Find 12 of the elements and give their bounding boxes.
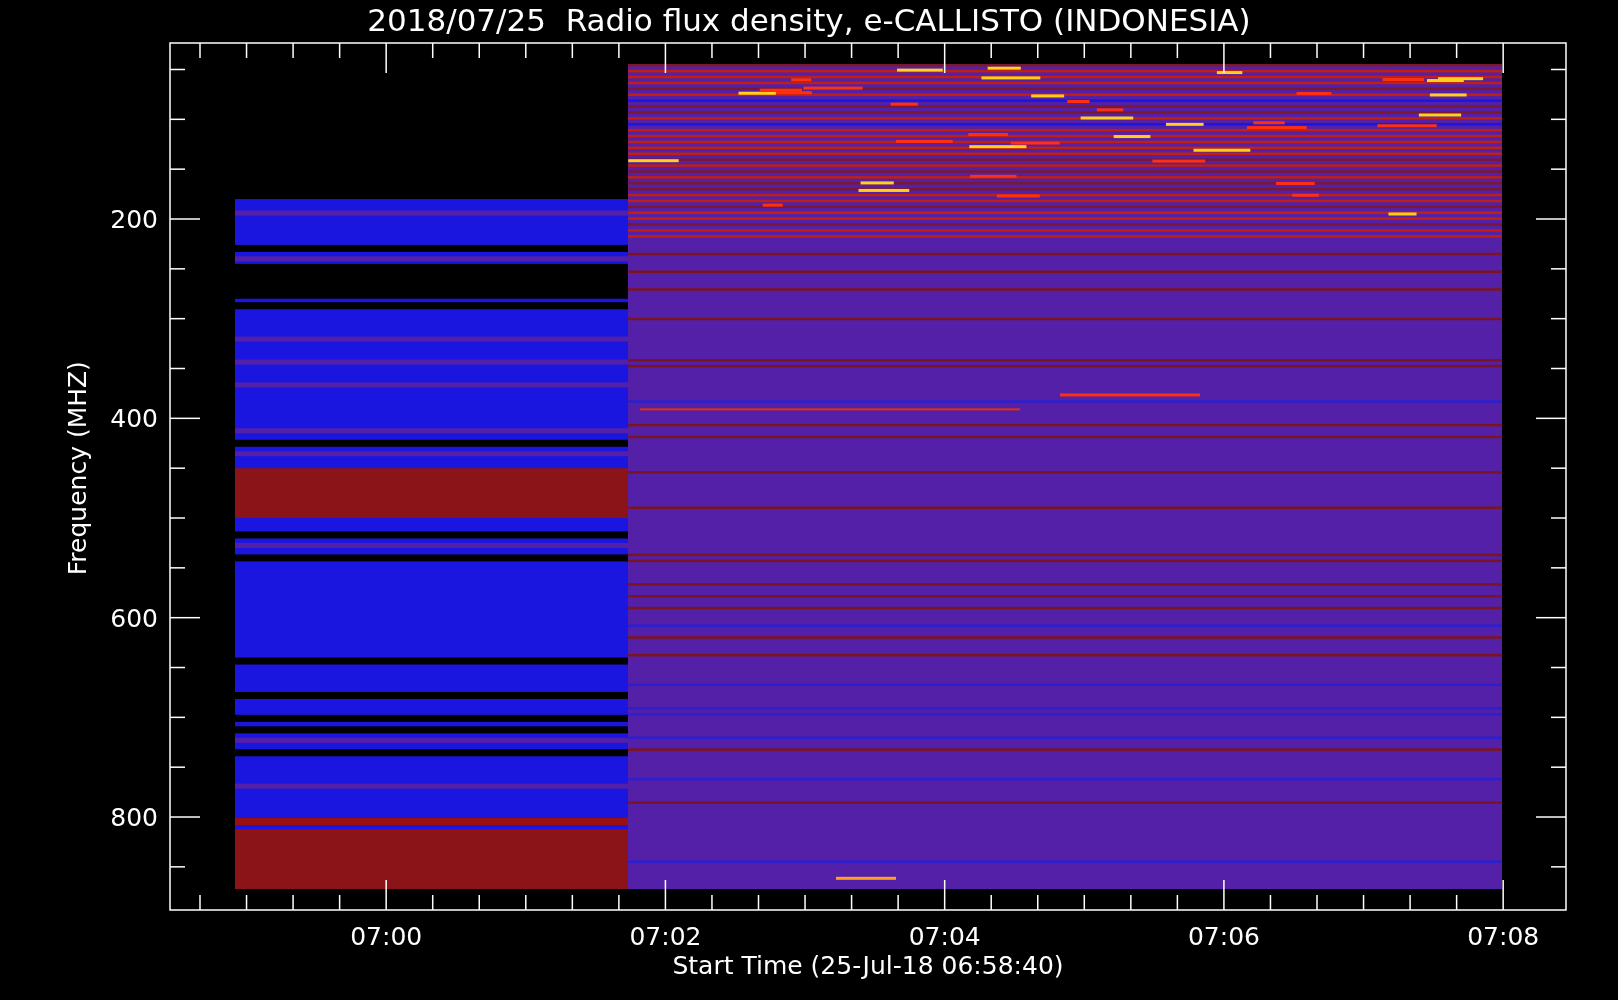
x-tick-label: 07:02	[629, 922, 702, 951]
y-axis-label: Frequency (MHZ)	[63, 361, 92, 576]
x-axis-label: Start Time (25-Jul-18 06:58:40)	[672, 951, 1064, 980]
x-tick-label: 07:00	[350, 922, 423, 951]
chart-title: 2018/07/25 Radio flux density, e-CALLISTO (INDONESIA)	[367, 1, 1251, 40]
y-tick-label: 600	[110, 603, 158, 633]
x-tick-label: 07:06	[1187, 922, 1260, 951]
x-tick-label: 07:04	[908, 922, 981, 951]
y-tick-label: 400	[110, 404, 158, 434]
x-tick-label: 07:08	[1467, 922, 1540, 951]
y-tick-label: 200	[110, 205, 158, 234]
y-tick-label: 800	[110, 803, 158, 832]
